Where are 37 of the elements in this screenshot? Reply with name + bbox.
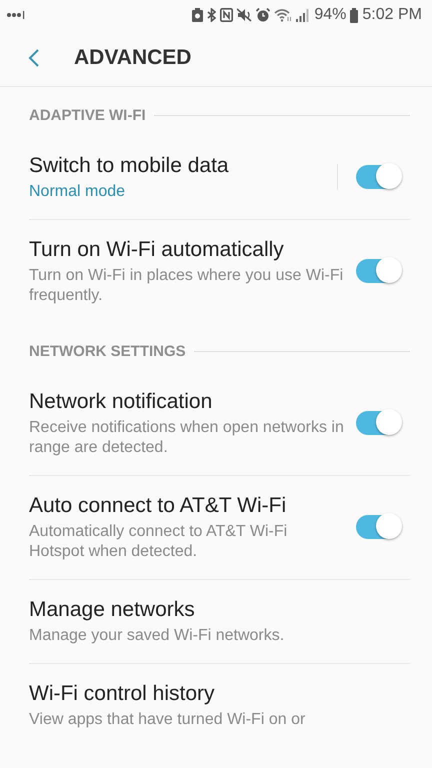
item-subtitle: Manage your saved Wi-Fi networks. <box>29 626 286 646</box>
toggle-switch[interactable] <box>356 259 400 283</box>
settings-item[interactable]: Manage networks Manage your saved Wi-Fi networks. <box>29 580 410 664</box>
settings-item[interactable]: Switch to mobile data Normal mode <box>29 136 410 220</box>
item-subtitle: Receive notifications when open networks in range are detected. <box>29 418 344 458</box>
mute-icon <box>237 8 252 22</box>
item-subtitle: Automatically connect to AT&T Wi-Fi Hotspot when detected. <box>29 522 288 562</box>
item-title: Network notification <box>29 389 214 415</box>
clock-time: 5:02 PM <box>362 6 422 24</box>
settings-item[interactable]: Turn on Wi-Fi automatically Turn on Wi-Fi in places where you use Wi-Fi frequently. <box>29 220 410 323</box>
page-title: ADVANCED <box>74 46 192 70</box>
item-title: Wi-Fi control history <box>29 681 216 707</box>
item-subtitle: Turn on Wi-Fi in places where you use Wi-Fi frequently. <box>29 266 344 306</box>
nfc-icon <box>220 8 234 22</box>
alarm-icon <box>256 8 270 22</box>
item-subtitle: View apps that have turned Wi-Fi on or <box>29 710 306 730</box>
item-title: Switch to mobile data <box>29 153 230 179</box>
signal-icon <box>296 8 310 22</box>
battery-saver-icon <box>192 8 204 22</box>
settings-item[interactable]: Auto connect to AT&T Wi-Fi Automatically connect to AT&T Wi-Fi Hotspot when detected. <box>29 476 410 580</box>
section-header: NETWORK SETTINGS <box>29 343 186 360</box>
settings-item[interactable]: Wi-Fi control history View apps that have turned Wi-Fi on or <box>29 664 410 747</box>
back-icon <box>28 48 40 68</box>
section-header: ADAPTIVE WI-FI <box>29 107 146 124</box>
toggle-switch[interactable] <box>356 515 400 539</box>
toggle-switch[interactable] <box>356 411 400 435</box>
item-subtitle: Normal mode <box>29 182 126 202</box>
bluetooth-icon <box>207 8 216 22</box>
settings-item[interactable]: Network notification Receive notifications when open networks in range are detected. <box>29 372 410 476</box>
item-title: Manage networks <box>29 597 196 623</box>
battery-icon <box>350 8 358 22</box>
wifi-icon <box>274 8 292 22</box>
notification-dots-icon <box>6 11 26 19</box>
item-title: Turn on Wi-Fi automatically <box>29 237 285 263</box>
toggle-switch[interactable] <box>356 165 400 189</box>
battery-percentage: 94% <box>314 6 346 24</box>
item-title: Auto connect to AT&T Wi-Fi <box>29 493 288 519</box>
